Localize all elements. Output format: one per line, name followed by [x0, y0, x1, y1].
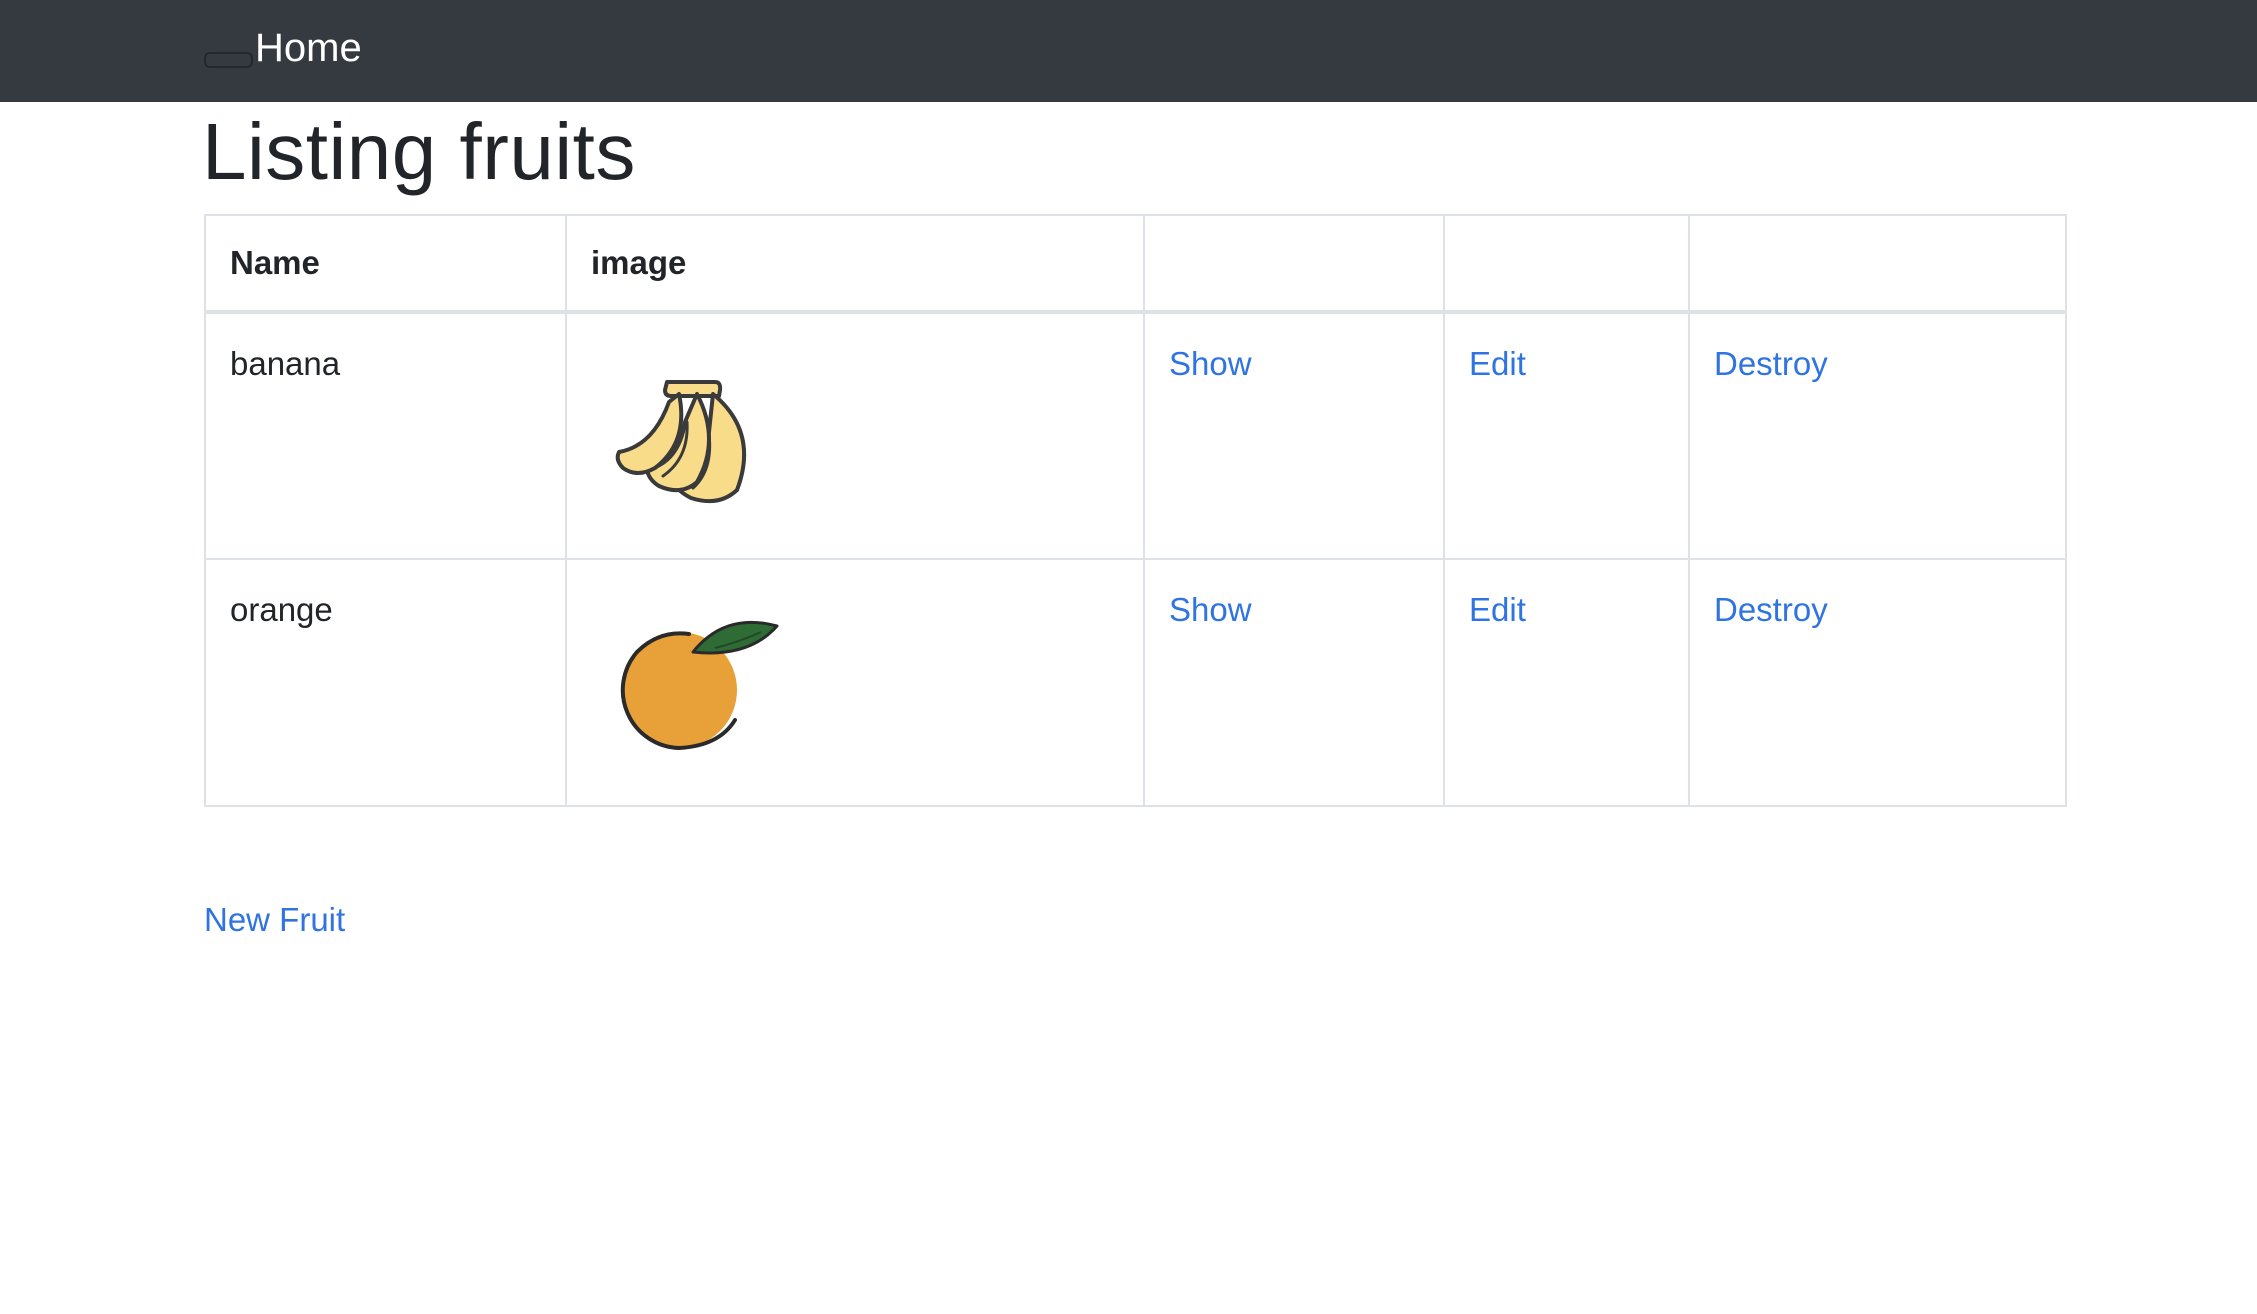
table-row: orange Show Edit Destroy: [204, 558, 2067, 807]
edit-link[interactable]: Edit: [1469, 591, 1526, 628]
banana-icon: [615, 380, 747, 504]
fruit-name: banana: [230, 345, 341, 382]
destroy-link[interactable]: Destroy: [1714, 345, 1828, 382]
fruit-name-cell: banana: [204, 311, 567, 560]
table-row: banana Show Edit Destroy: [204, 311, 2067, 560]
top-navbar: Home: [0, 0, 2257, 102]
fruit-image-cell: [565, 558, 1145, 807]
orange-icon: [620, 620, 779, 750]
show-cell: Show: [1143, 558, 1445, 807]
new-fruit-link[interactable]: New Fruit: [204, 900, 345, 940]
show-cell: Show: [1143, 311, 1445, 560]
destroy-cell: Destroy: [1688, 311, 2067, 560]
column-header-edit: [1443, 214, 1690, 314]
column-header-name: Name: [204, 214, 567, 314]
edit-link[interactable]: Edit: [1469, 345, 1526, 382]
column-header-destroy: [1688, 214, 2067, 314]
fruit-image-cell: [565, 311, 1145, 560]
destroy-link[interactable]: Destroy: [1714, 591, 1828, 628]
edit-cell: Edit: [1443, 311, 1690, 560]
column-header-show: [1143, 214, 1445, 314]
fruit-name-cell: orange: [204, 558, 567, 807]
show-link[interactable]: Show: [1169, 345, 1252, 382]
column-header-image: image: [565, 214, 1145, 314]
page-title: Listing fruits: [202, 107, 636, 196]
destroy-cell: Destroy: [1688, 558, 2067, 807]
fruits-table: Name image banana Show Edit Destroy oran…: [204, 214, 2067, 807]
edit-cell: Edit: [1443, 558, 1690, 807]
navbar-toggler-button[interactable]: [204, 52, 253, 68]
table-header-row: Name image: [204, 214, 2067, 314]
show-link[interactable]: Show: [1169, 591, 1252, 628]
fruit-name: orange: [230, 591, 333, 628]
home-link[interactable]: Home: [255, 22, 362, 74]
